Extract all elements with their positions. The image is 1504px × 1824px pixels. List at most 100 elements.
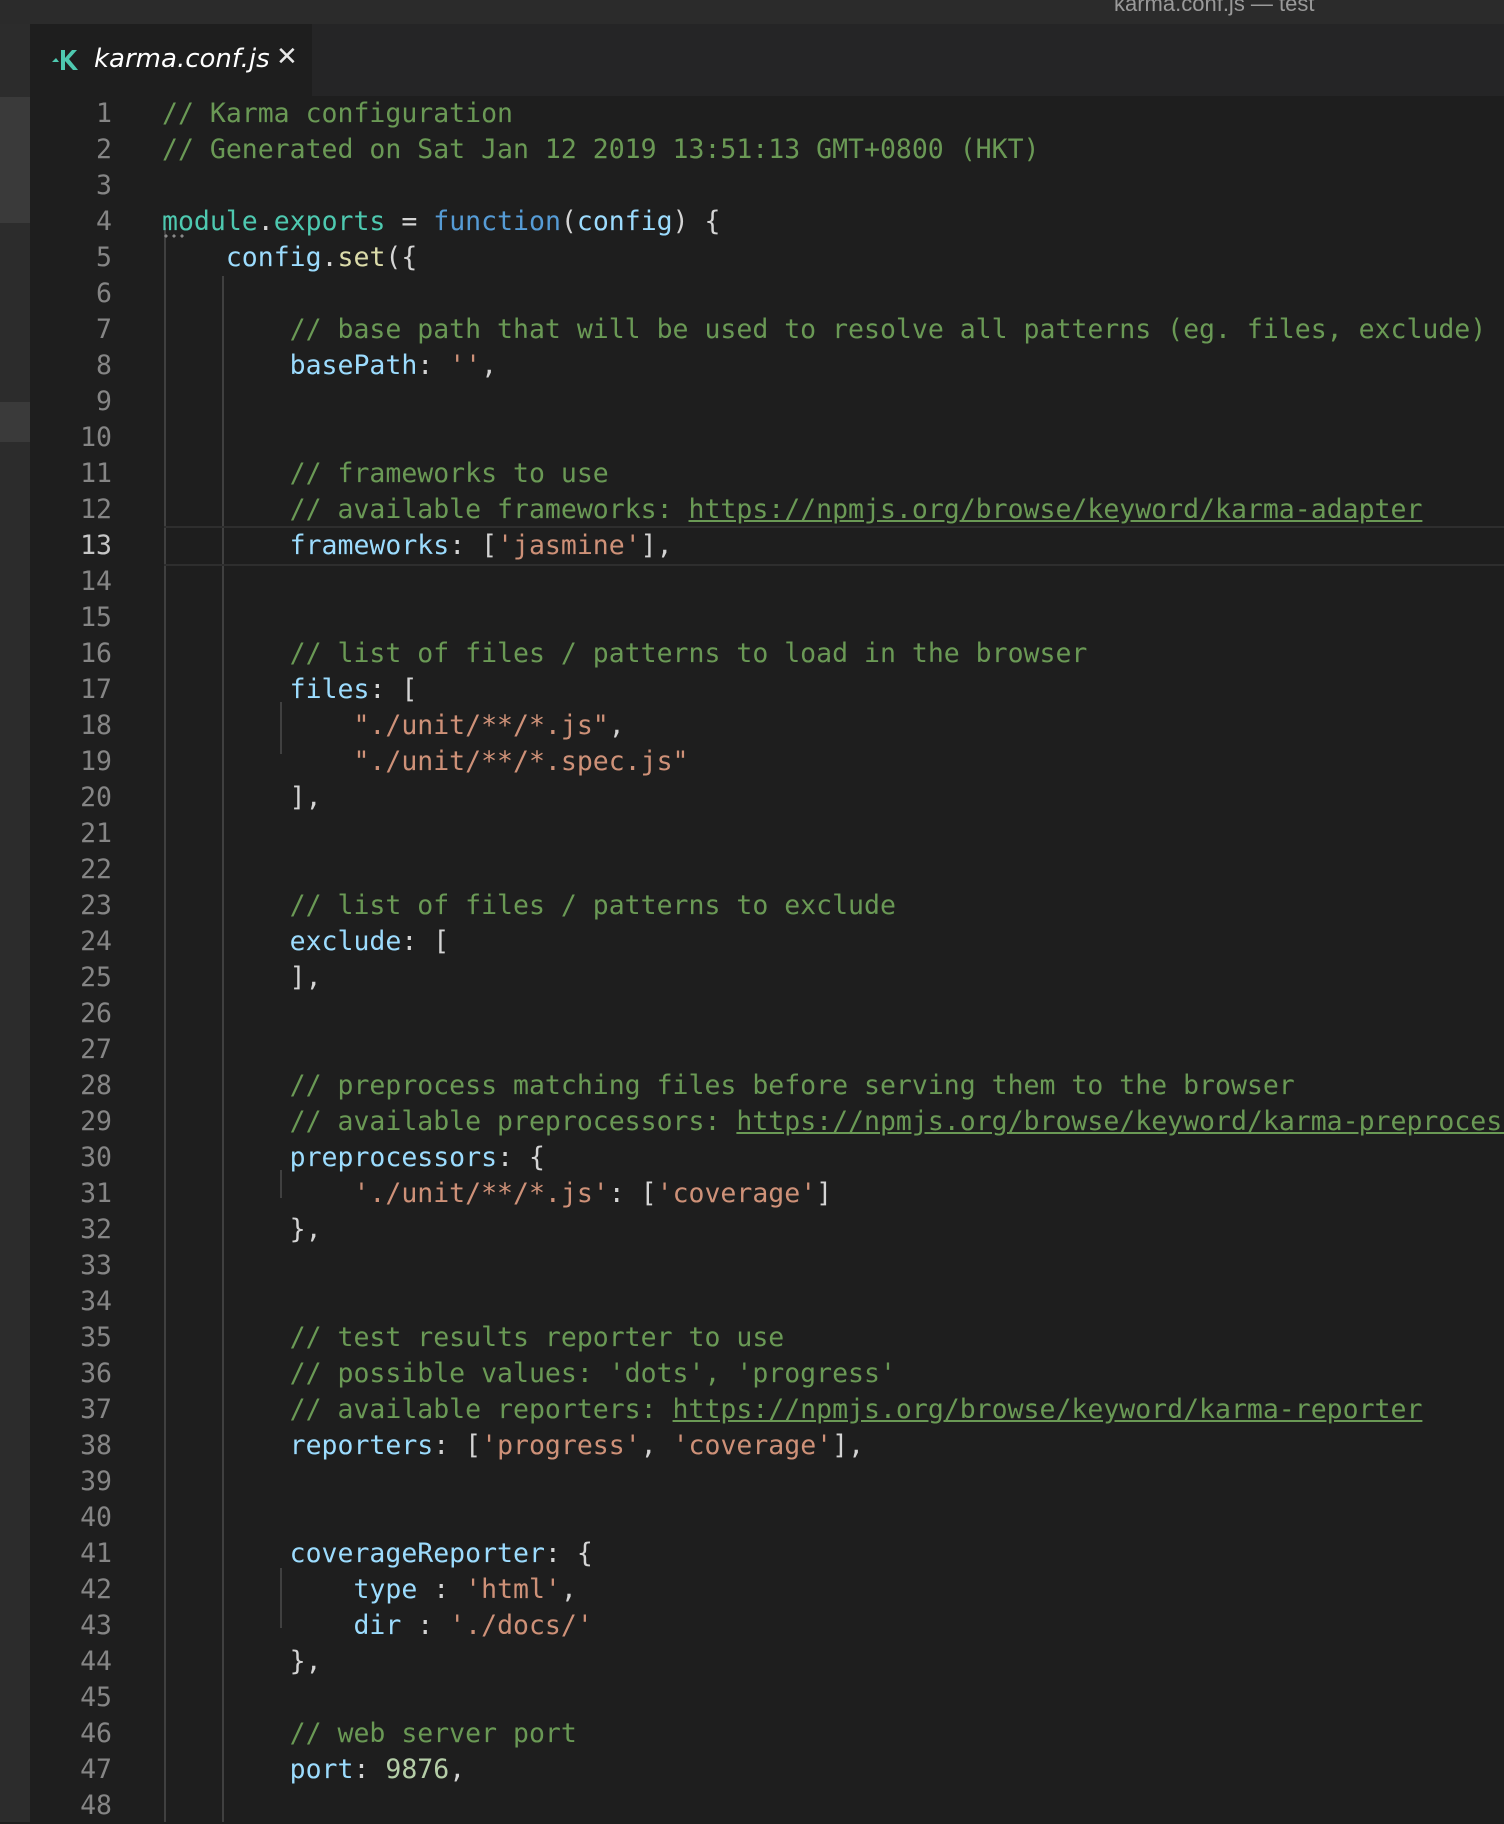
- code-token: // Karma configuration: [162, 98, 513, 129]
- code-token: },: [162, 1646, 322, 1677]
- code-token: config: [576, 206, 673, 237]
- code-token: config: [225, 242, 322, 273]
- code-link[interactable]: https://npmjs.org/browse/keyword/karma-a…: [689, 494, 1423, 525]
- code-line[interactable]: 40: [30, 1500, 1504, 1536]
- code-line[interactable]: 27: [30, 1032, 1504, 1068]
- code-line[interactable]: 30 preprocessors: {: [30, 1140, 1504, 1176]
- code-line[interactable]: 35 // test results reporter to use: [30, 1320, 1504, 1356]
- code-line[interactable]: 33: [30, 1248, 1504, 1284]
- code-line[interactable]: 15: [30, 600, 1504, 636]
- code-line[interactable]: 41 coverageReporter: {: [30, 1536, 1504, 1572]
- code-text: // web server port: [162, 1716, 577, 1752]
- code-token: // test results reporter to use: [289, 1322, 785, 1353]
- code-line[interactable]: 28 // preprocess matching files before s…: [30, 1068, 1504, 1104]
- code-line[interactable]: 3: [30, 168, 1504, 204]
- code-token: : {: [544, 1538, 593, 1569]
- code-line[interactable]: 13 frameworks: ['jasmine'],: [30, 526, 1504, 566]
- code-token: ) {: [672, 206, 721, 237]
- code-line[interactable]: 5 config.set({: [30, 240, 1504, 276]
- code-token: },: [162, 1214, 322, 1245]
- code-line[interactable]: 1 // Karma configuration: [30, 96, 1504, 132]
- code-line[interactable]: 42 type : 'html',: [30, 1572, 1504, 1608]
- code-line[interactable]: 9: [30, 384, 1504, 420]
- code-line[interactable]: 22: [30, 852, 1504, 888]
- code-line[interactable]: 43 dir : './docs/': [30, 1608, 1504, 1644]
- code-line[interactable]: 18 "./unit/**/*.js",: [30, 708, 1504, 744]
- code-line[interactable]: 23 // list of files / patterns to exclud…: [30, 888, 1504, 924]
- code-token: // available reporters:: [289, 1394, 673, 1425]
- line-number: 1: [96, 98, 112, 129]
- line-number: 12: [80, 494, 112, 525]
- code-token: // Generated on Sat Jan 12 2019 13:51:13…: [162, 134, 1040, 165]
- code-line[interactable]: 20 ],: [30, 780, 1504, 816]
- tab-karma-conf[interactable]: karma.conf.js ✕: [30, 24, 312, 96]
- code-text: reporters: ['progress', 'coverage'],: [162, 1428, 864, 1464]
- code-token: port: [289, 1754, 354, 1785]
- code-text: // frameworks to use: [162, 456, 609, 492]
- code-text: type : 'html',: [162, 1572, 576, 1608]
- code-line[interactable]: 19 "./unit/**/*.spec.js": [30, 744, 1504, 780]
- code-line[interactable]: 45: [30, 1680, 1504, 1716]
- code-line[interactable]: 11 // frameworks to use: [30, 456, 1504, 492]
- line-number: 36: [80, 1358, 112, 1389]
- code-line[interactable]: 25 ],: [30, 960, 1504, 996]
- code-line[interactable]: 24 exclude: [: [30, 924, 1504, 960]
- code-line[interactable]: 2 // Generated on Sat Jan 12 2019 13:51:1…: [30, 132, 1504, 168]
- code-line[interactable]: 10: [30, 420, 1504, 456]
- code-text: frameworks: ['jasmine'],: [162, 528, 673, 564]
- code-line[interactable]: 37 // available reporters: https://npmjs…: [30, 1392, 1504, 1428]
- code-text: // test results reporter to use: [162, 1320, 785, 1356]
- code-line[interactable]: 31 './unit/**/*.js': ['coverage']: [30, 1176, 1504, 1212]
- line-number: 6: [96, 278, 112, 309]
- code-token: ]: [816, 1178, 833, 1209]
- code-token: frameworks: [289, 530, 450, 561]
- code-token: : {: [497, 1142, 545, 1173]
- code-token: function: [433, 206, 561, 237]
- code-editor[interactable]: 1 // Karma configuration 2 // Generated on …: [30, 96, 1504, 1822]
- code-line[interactable]: 16 // list of files / patterns to load i…: [30, 636, 1504, 672]
- code-link[interactable]: https://npmjs.org/browse/keyword/karma-r…: [673, 1394, 1423, 1425]
- close-icon[interactable]: ✕: [276, 42, 298, 72]
- code-line[interactable]: 26: [30, 996, 1504, 1032]
- code-token: coverageReporter: [289, 1538, 545, 1569]
- code-line[interactable]: 44 },: [30, 1644, 1504, 1680]
- code-token: .: [257, 206, 274, 237]
- code-line[interactable]: 17 files: [: [30, 672, 1504, 708]
- code-link[interactable]: https://npmjs.org/browse/keyword/karma-p…: [736, 1106, 1504, 1137]
- code-line[interactable]: 46 // web server port: [30, 1716, 1504, 1752]
- code-line[interactable]: 21: [30, 816, 1504, 852]
- code-token: ],: [832, 1430, 865, 1461]
- activity-strip: [0, 24, 30, 1822]
- code-line[interactable]: 47 port: 9876,: [30, 1752, 1504, 1788]
- code-token: ],: [640, 530, 673, 561]
- code-line[interactable]: 29 // available preprocessors: https://n…: [30, 1104, 1504, 1140]
- code-line[interactable]: 38 reporters: ['progress', 'coverage'],: [30, 1428, 1504, 1464]
- line-number: 13: [80, 530, 112, 561]
- code-line[interactable]: 6: [30, 276, 1504, 312]
- code-token: : [: [449, 530, 498, 561]
- code-line[interactable]: 36 // possible values: 'dots', 'progress…: [30, 1356, 1504, 1392]
- code-token: ,: [608, 710, 625, 741]
- code-line[interactable]: 4 module.exports = function(config) {: [30, 204, 1504, 240]
- code-line[interactable]: 7 // base path that will be used to reso…: [30, 312, 1504, 348]
- code-line[interactable]: 12 // available frameworks: https://npmj…: [30, 492, 1504, 528]
- code-line[interactable]: 14: [30, 564, 1504, 600]
- code-line[interactable]: 39: [30, 1464, 1504, 1500]
- code-line[interactable]: 34: [30, 1284, 1504, 1320]
- code-token: '': [449, 350, 482, 381]
- code-line[interactable]: 8 basePath: '',: [30, 348, 1504, 384]
- code-line[interactable]: 48: [30, 1788, 1504, 1824]
- code-line[interactable]: 32 },: [30, 1212, 1504, 1248]
- line-number: 47: [80, 1754, 112, 1785]
